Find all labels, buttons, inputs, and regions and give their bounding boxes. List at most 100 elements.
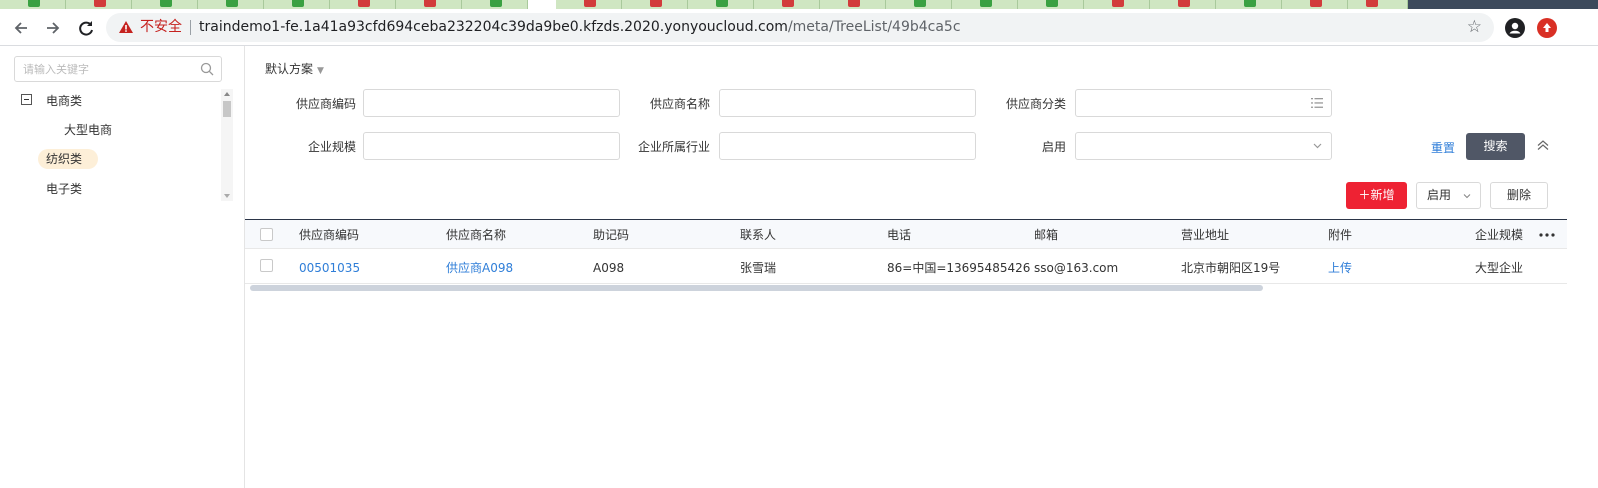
tab-favicon — [94, 0, 106, 7]
tree-node-large-ecommerce[interactable]: 大型电商 — [64, 122, 112, 138]
search-icon[interactable] — [200, 62, 214, 76]
more-icon[interactable] — [1539, 233, 1555, 237]
column-header[interactable]: 电话 — [887, 227, 911, 243]
url-text[interactable]: traindemo1-fe.1a41a93cfd694ceba232204c39… — [199, 19, 961, 36]
browser-tab[interactable] — [820, 0, 886, 9]
tab-favicon — [650, 0, 662, 7]
forward-icon[interactable] — [42, 17, 64, 39]
security-status[interactable]: 不安全 — [140, 19, 182, 36]
supplier-code-link[interactable]: 00501035 — [299, 260, 360, 276]
enabled-filter-select[interactable] — [1075, 132, 1332, 160]
table-row[interactable]: 00501035 供应商A098 A098 张雪瑞 86=中国=13695485… — [245, 249, 1567, 284]
browser-tab[interactable] — [1150, 0, 1216, 9]
scroll-up-icon[interactable] — [224, 92, 230, 96]
browser-tab[interactable] — [622, 0, 688, 9]
tab-favicon — [1112, 0, 1124, 7]
browser-tab[interactable] — [1018, 0, 1084, 9]
chevron-down-icon — [1463, 194, 1471, 199]
tree-panel: 电商类 大型电商 纺织类 电子类 — [0, 46, 245, 488]
supplier-category-input[interactable] — [1075, 89, 1332, 117]
phone-cell: 86=中国=13695485426 — [887, 261, 1031, 275]
browser-tab[interactable] — [462, 0, 528, 9]
table-horizontal-scrollbar[interactable] — [250, 285, 1263, 291]
column-header[interactable]: 联系人 — [740, 227, 776, 243]
contact-cell: 张雪瑞 — [740, 261, 777, 275]
profile-avatar-icon[interactable] — [1505, 18, 1525, 38]
tab-favicon — [716, 0, 728, 7]
tree-search-box — [14, 56, 222, 82]
tab-favicon — [1244, 0, 1256, 7]
tree-search-input[interactable] — [23, 61, 198, 77]
browser-tab[interactable] — [556, 0, 622, 9]
reset-button[interactable]: 重置 — [1431, 140, 1455, 156]
table-header: 供应商编码 供应商名称 助记码 联系人 电话 邮箱 营业地址 附件 企业规模 — [245, 219, 1567, 249]
extension-update-icon[interactable] — [1537, 18, 1557, 38]
tab-favicon — [1310, 0, 1322, 7]
enterprise-scale-input[interactable] — [363, 132, 620, 160]
upload-attachment-link[interactable]: 上传 — [1328, 260, 1352, 276]
browser-tab[interactable] — [198, 0, 264, 9]
browser-tab[interactable] — [952, 0, 1018, 9]
tree-scrollbar[interactable] — [221, 89, 233, 201]
scheme-label: 默认方案 — [265, 62, 314, 76]
add-button[interactable]: ＋新增 — [1346, 182, 1407, 209]
scrollbar-thumb[interactable] — [223, 101, 231, 117]
tab-favicon — [914, 0, 926, 7]
tree-node-ecommerce[interactable]: 电商类 — [46, 93, 82, 109]
browser-toolbar: 不安全 traindemo1-fe.1a41a93cfd694ceba23220… — [0, 9, 1598, 46]
browser-tab[interactable] — [132, 0, 198, 9]
browser-tab[interactable] — [396, 0, 462, 9]
omnibox-divider — [190, 20, 191, 35]
address-bar[interactable]: 不安全 traindemo1-fe.1a41a93cfd694ceba23220… — [106, 13, 1494, 42]
browser-tab[interactable] — [886, 0, 952, 9]
industry-input[interactable] — [719, 132, 976, 160]
browser-tab[interactable] — [264, 0, 330, 9]
row-checkbox[interactable] — [260, 259, 273, 272]
scroll-down-icon[interactable] — [224, 194, 230, 198]
reload-icon[interactable] — [75, 17, 97, 39]
tab-favicon — [358, 0, 370, 7]
mnemonic-code-cell: A098 — [593, 261, 625, 275]
browser-tab[interactable] — [330, 0, 396, 9]
column-header[interactable]: 营业地址 — [1181, 227, 1229, 243]
browser-tab[interactable] — [688, 0, 754, 9]
list-reference-icon[interactable] — [1311, 97, 1323, 109]
select-all-checkbox[interactable] — [260, 228, 273, 241]
back-icon[interactable] — [10, 17, 32, 39]
delete-button[interactable]: 删除 — [1490, 182, 1548, 209]
enable-dropdown-button[interactable]: 启用 — [1416, 182, 1481, 209]
tree-collapse-toggle[interactable] — [21, 94, 32, 105]
tab-favicon — [490, 0, 502, 7]
column-header[interactable]: 企业规模 — [1475, 227, 1523, 243]
column-header[interactable]: 邮箱 — [1034, 227, 1058, 243]
browser-tab[interactable] — [66, 0, 132, 9]
browser-tab[interactable] — [0, 0, 66, 9]
filter-scheme-selector[interactable]: 默认方案 ▼ — [265, 60, 324, 80]
browser-tab[interactable] — [1216, 0, 1282, 9]
browser-tab[interactable] — [754, 0, 820, 9]
search-button[interactable]: 搜索 — [1466, 133, 1525, 160]
enable-button-label: 启用 — [1427, 188, 1452, 202]
column-header[interactable]: 附件 — [1328, 227, 1352, 243]
star-icon[interactable]: ☆ — [1467, 17, 1482, 37]
column-header[interactable]: 供应商编码 — [299, 227, 359, 243]
tab-favicon — [1366, 0, 1378, 7]
tree-node-electronics[interactable]: 电子类 — [46, 181, 82, 197]
browser-tab[interactable] — [1348, 0, 1408, 9]
active-browser-tab[interactable] — [528, 0, 556, 9]
tab-favicon — [782, 0, 794, 7]
chevron-down-icon: ▼ — [317, 66, 324, 76]
supplier-name-link[interactable]: 供应商A098 — [446, 260, 513, 276]
plus-icon: ＋ — [1358, 188, 1371, 202]
browser-tab[interactable] — [1084, 0, 1150, 9]
column-header[interactable]: 助记码 — [593, 227, 629, 243]
tab-strip-window-area — [1408, 0, 1598, 9]
column-header[interactable]: 供应商名称 — [446, 227, 506, 243]
supplier-name-input[interactable] — [719, 89, 976, 117]
tree-node-textile[interactable]: 纺织类 — [46, 151, 82, 167]
supplier-code-input[interactable] — [363, 89, 620, 117]
chevron-up-icon[interactable] — [1537, 140, 1549, 150]
email-cell: sso@163.com — [1034, 261, 1119, 275]
warning-icon — [119, 21, 133, 33]
browser-tab[interactable] — [1282, 0, 1348, 9]
